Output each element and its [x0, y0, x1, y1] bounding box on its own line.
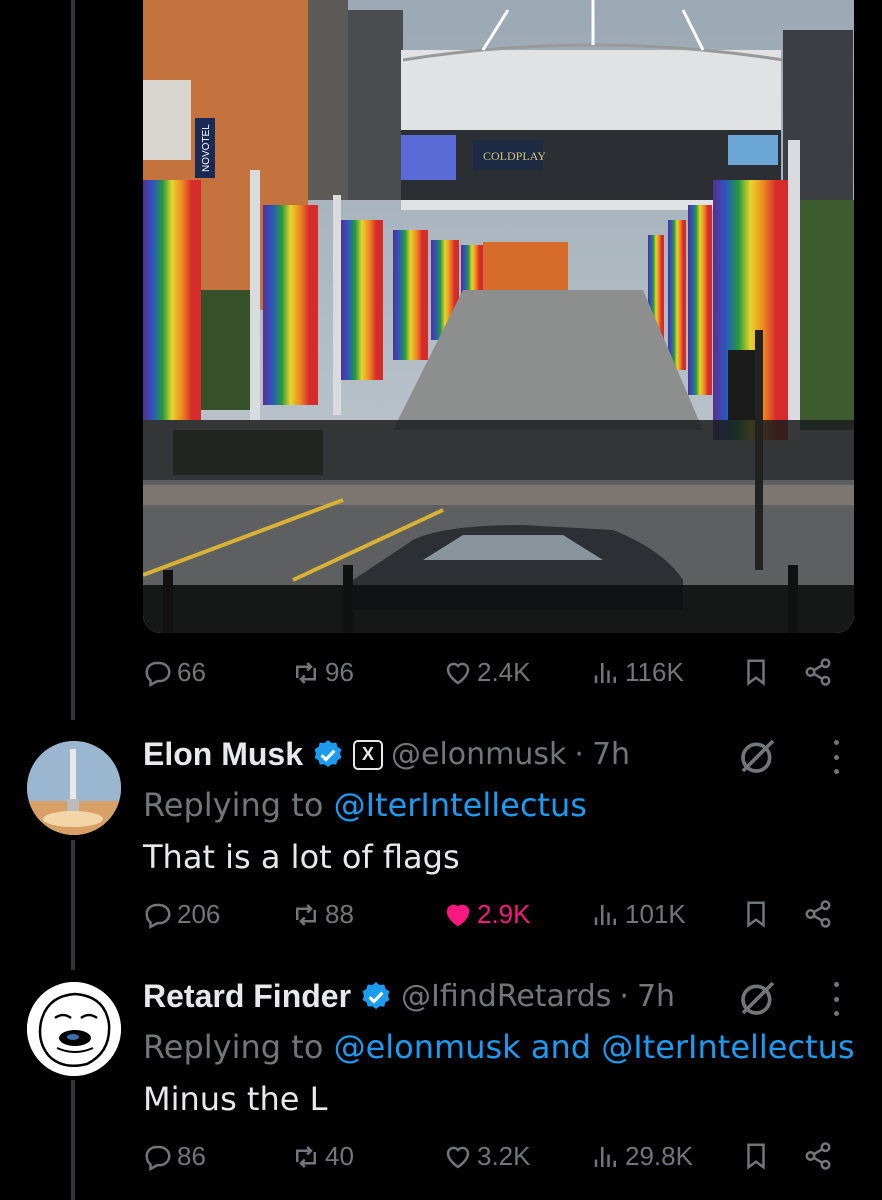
handle[interactable]: @IfindRetards — [401, 979, 611, 1014]
avatar[interactable] — [27, 741, 121, 835]
reply-icon — [145, 903, 171, 929]
reply-button[interactable]: 206 — [143, 899, 220, 930]
repost-button[interactable]: 88 — [291, 899, 354, 930]
replying-to-link[interactable]: @elonmusk and @IterIntellectus — [334, 1028, 855, 1066]
tweet-photo[interactable]: COLDPLAY NOVOTEL — [143, 0, 854, 633]
bookmark-button[interactable] — [741, 657, 771, 687]
verified-badge-icon — [362, 981, 390, 1009]
like-count: 2.4K — [477, 657, 531, 687]
views-count: 29.8K — [625, 1141, 693, 1171]
separator: · — [619, 979, 629, 1014]
billboard-text: COLDPLAY — [483, 149, 546, 163]
bookmark-icon — [747, 1143, 765, 1170]
repost-icon — [296, 661, 316, 684]
replying-to: Replying to @IterIntellectus — [143, 786, 587, 824]
bookmark-icon — [747, 901, 765, 928]
replying-to: Replying to @elonmusk and @IterIntellect… — [143, 1028, 855, 1066]
repost-count: 96 — [325, 657, 354, 687]
share-button[interactable] — [803, 657, 833, 687]
replying-to-link[interactable]: @IterIntellectus — [334, 786, 587, 824]
timestamp[interactable]: 7h — [592, 737, 630, 772]
views-button[interactable]: 116K — [591, 657, 684, 688]
share-button[interactable] — [803, 1141, 833, 1171]
affiliate-badge-icon: X — [353, 739, 384, 770]
avatar[interactable] — [27, 982, 121, 1076]
handle[interactable]: @elonmusk — [391, 737, 566, 772]
tweet-actions: 86 40 3.2K 29.8K — [143, 1141, 853, 1181]
share-button[interactable] — [803, 899, 833, 929]
share-icon — [805, 900, 831, 928]
like-button[interactable]: 2.9K — [443, 899, 531, 930]
tweet-header: Retard Finder @IfindRetards · 7h — [143, 978, 675, 1015]
reply-button[interactable]: 86 — [143, 1141, 206, 1172]
display-name[interactable]: Retard Finder — [143, 978, 351, 1015]
tweet-text: That is a lot of flags — [143, 838, 460, 876]
reply-count: 66 — [177, 657, 206, 687]
reply-icon — [145, 1145, 171, 1171]
repost-button[interactable]: 40 — [291, 1141, 354, 1172]
share-icon — [805, 1142, 831, 1170]
timestamp[interactable]: 7h — [637, 979, 675, 1014]
reply-icon — [145, 661, 171, 687]
like-button[interactable]: 2.4K — [443, 657, 531, 688]
grok-icon[interactable] — [738, 736, 778, 776]
verified-badge-icon — [314, 739, 342, 767]
grok-icon[interactable] — [738, 978, 778, 1018]
heart-filled-icon — [446, 904, 470, 926]
hotel-sign-text: NOVOTEL — [201, 124, 212, 172]
replying-prefix: Replying to — [143, 786, 324, 824]
reply-count: 86 — [177, 1141, 206, 1171]
more-options-icon[interactable] — [829, 740, 843, 774]
replying-prefix: Replying to — [143, 1028, 324, 1066]
bookmark-icon — [747, 659, 765, 686]
thread-line — [71, 0, 75, 720]
repost-count: 40 — [325, 1141, 354, 1171]
bookmark-button[interactable] — [741, 1141, 771, 1171]
like-count: 3.2K — [477, 1141, 531, 1171]
tweet-text: Minus the L — [143, 1080, 328, 1118]
more-options-icon[interactable] — [829, 982, 843, 1016]
tweet-actions: 66 96 2.4K 116K — [143, 657, 853, 697]
like-button[interactable]: 3.2K — [443, 1141, 531, 1172]
display-name[interactable]: Elon Musk — [143, 736, 303, 773]
repost-button[interactable]: 96 — [291, 657, 354, 688]
views-button[interactable]: 101K — [591, 899, 686, 930]
reply-button[interactable]: 66 — [143, 657, 206, 688]
views-icon — [594, 904, 616, 925]
views-count: 116K — [625, 657, 684, 687]
views-button[interactable]: 29.8K — [591, 1141, 693, 1172]
tweet-actions: 206 88 2.9K 101K — [143, 899, 853, 939]
views-count: 101K — [625, 899, 686, 929]
bookmark-button[interactable] — [741, 899, 771, 929]
repost-icon — [296, 903, 316, 926]
tweet-header: Elon Musk X @elonmusk · 7h — [143, 736, 630, 773]
heart-icon — [446, 662, 470, 684]
thread-line — [71, 840, 75, 970]
reply-count: 206 — [177, 899, 221, 929]
like-count: 2.9K — [477, 899, 531, 929]
share-icon — [805, 658, 831, 686]
thread-line — [71, 1080, 75, 1200]
repost-icon — [296, 1145, 316, 1168]
repost-count: 88 — [325, 899, 354, 929]
separator: · — [574, 737, 584, 772]
views-icon — [594, 662, 616, 683]
heart-icon — [446, 1146, 470, 1168]
views-icon — [594, 1146, 616, 1167]
